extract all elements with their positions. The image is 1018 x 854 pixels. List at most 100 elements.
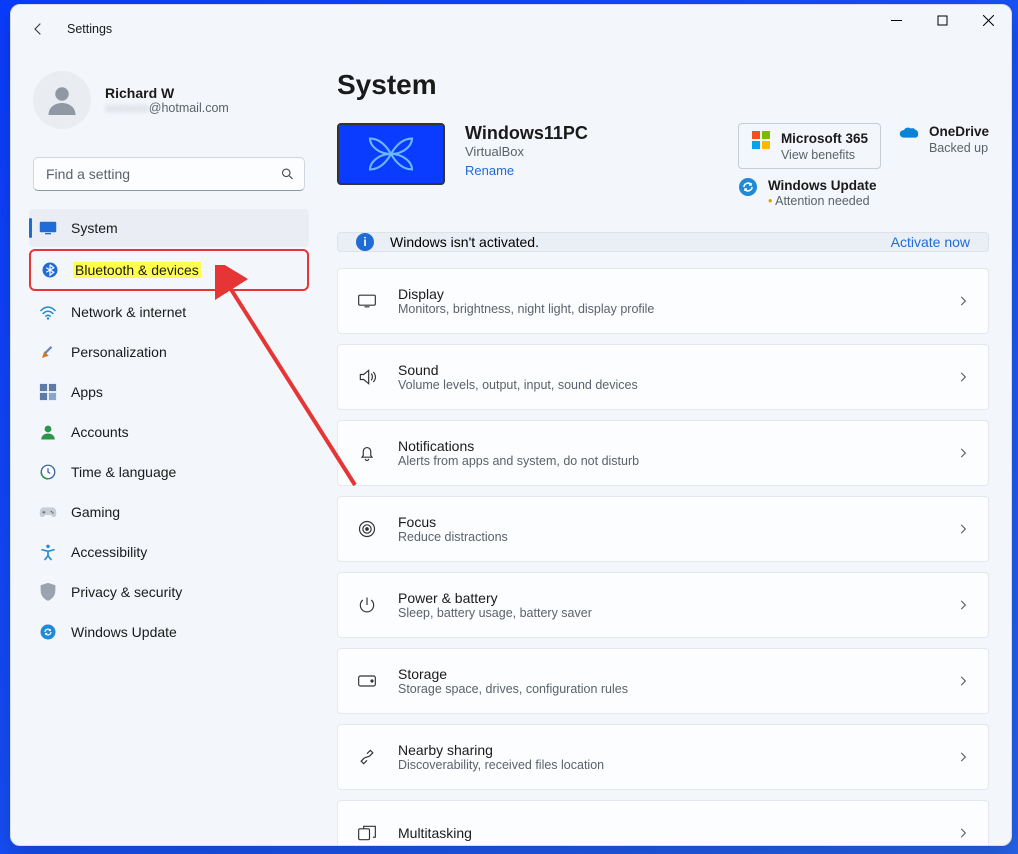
apps-icon (39, 383, 57, 401)
nav-label: Personalization (71, 344, 167, 360)
chevron-right-icon (956, 826, 970, 840)
nav-item-network[interactable]: Network & internet (29, 293, 309, 331)
activation-notice[interactable]: i Windows isn't activated. Activate now (337, 232, 989, 252)
panel-power[interactable]: Power & batterySleep, battery usage, bat… (337, 572, 989, 638)
chevron-right-icon (956, 446, 970, 460)
settings-panels: DisplayMonitors, brightness, night light… (329, 268, 989, 845)
pc-name: Windows11PC (465, 123, 588, 144)
chevron-right-icon (956, 598, 970, 612)
power-icon (356, 594, 378, 616)
storage-icon (356, 670, 378, 692)
bluetooth-icon (41, 261, 59, 279)
nav-item-update[interactable]: Windows Update (29, 613, 309, 651)
nav-label: Accounts (71, 424, 129, 440)
activate-link[interactable]: Activate now (891, 234, 970, 250)
gaming-icon (39, 503, 57, 521)
settings-window: Settings Richard W xxxxxxx@hotmail.com (10, 4, 1012, 846)
pc-block[interactable]: Windows11PC VirtualBox Rename (337, 123, 588, 208)
app-title: Settings (67, 22, 112, 36)
nav-item-accessibility[interactable]: Accessibility (29, 533, 309, 571)
search-input[interactable] (33, 157, 305, 191)
sound-icon (356, 366, 378, 388)
panel-title: Power & battery (398, 590, 592, 606)
panel-title: Sound (398, 362, 638, 378)
desktop-thumbnail (337, 123, 445, 185)
tile-microsoft-365[interactable]: Microsoft 365View benefits (738, 123, 881, 169)
notice-text: Windows isn't activated. (390, 234, 539, 250)
microsoft-365-icon (751, 130, 771, 150)
chevron-right-icon (956, 370, 970, 384)
window-controls (873, 5, 1011, 35)
multitasking-icon (356, 822, 378, 844)
chevron-right-icon (956, 750, 970, 764)
nav-item-accounts[interactable]: Accounts (29, 413, 309, 451)
nav-label: Network & internet (71, 304, 186, 320)
panel-sub: Sleep, battery usage, battery saver (398, 606, 592, 620)
panel-storage[interactable]: StorageStorage space, drives, configurat… (337, 648, 989, 714)
profile-block[interactable]: Richard W xxxxxxx@hotmail.com (29, 67, 309, 147)
nav-item-system[interactable]: System (29, 209, 309, 247)
panel-title: Multitasking (398, 825, 472, 841)
panel-sub: Monitors, brightness, night light, displ… (398, 302, 654, 316)
panel-sub: Volume levels, output, input, sound devi… (398, 378, 638, 392)
panel-multitasking[interactable]: Multitasking (337, 800, 989, 845)
nav-item-privacy[interactable]: Privacy & security (29, 573, 309, 611)
nav-item-apps[interactable]: Apps (29, 373, 309, 411)
panel-title: Nearby sharing (398, 742, 604, 758)
nav-item-personalization[interactable]: Personalization (29, 333, 309, 371)
chevron-right-icon (956, 522, 970, 536)
panel-sub: Reduce distractions (398, 530, 508, 544)
nearby-icon (356, 746, 378, 768)
search-icon (280, 167, 295, 182)
panel-title: Display (398, 286, 654, 302)
minimize-button[interactable] (873, 5, 919, 35)
panel-title: Notifications (398, 438, 639, 454)
panel-title: Storage (398, 666, 628, 682)
accounts-icon (39, 423, 57, 441)
panel-title: Focus (398, 514, 508, 530)
system-icon (39, 219, 57, 237)
nav-label: Privacy & security (71, 584, 182, 600)
maximize-button[interactable] (919, 5, 965, 35)
nav-label: Gaming (71, 504, 120, 520)
tile-onedrive[interactable]: OneDriveBacked up (899, 123, 989, 169)
page-title: System (337, 69, 989, 101)
sidebar: Richard W xxxxxxx@hotmail.com System Blue… (11, 53, 321, 845)
content: System Windows11PC VirtualBox (321, 53, 1011, 845)
windows-update-icon (738, 177, 758, 197)
panel-focus[interactable]: FocusReduce distractions (337, 496, 989, 562)
onedrive-icon (899, 123, 919, 143)
profile-email: xxxxxxx@hotmail.com (105, 101, 229, 115)
nav-item-bluetooth[interactable]: Bluetooth & devices (31, 251, 307, 289)
privacy-icon (39, 583, 57, 601)
panel-sound[interactable]: SoundVolume levels, output, input, sound… (337, 344, 989, 410)
profile-name: Richard W (105, 85, 229, 101)
info-icon: i (356, 233, 374, 251)
nav-item-gaming[interactable]: Gaming (29, 493, 309, 531)
panel-nearby[interactable]: Nearby sharingDiscoverability, received … (337, 724, 989, 790)
close-button[interactable] (965, 5, 1011, 35)
personalization-icon (39, 343, 57, 361)
back-button[interactable] (19, 9, 59, 49)
chevron-right-icon (956, 294, 970, 308)
nav-label: Accessibility (71, 544, 147, 560)
accessibility-icon (39, 543, 57, 561)
rename-link[interactable]: Rename (465, 163, 588, 178)
titlebar: Settings (11, 5, 1011, 53)
update-icon (39, 623, 57, 641)
tile-windows-update[interactable]: Windows UpdateAttention needed (738, 177, 881, 209)
display-icon (356, 290, 378, 312)
time-icon (39, 463, 57, 481)
nav-item-time[interactable]: Time & language (29, 453, 309, 491)
chevron-right-icon (956, 674, 970, 688)
nav-list: System Bluetooth & devices Network & inter… (29, 209, 309, 651)
nav-label: Bluetooth & devices (73, 262, 201, 278)
nav-label: System (71, 220, 118, 236)
nav-label: Time & language (71, 464, 176, 480)
panel-display[interactable]: DisplayMonitors, brightness, night light… (337, 268, 989, 334)
panel-notifications[interactable]: NotificationsAlerts from apps and system… (337, 420, 989, 486)
panel-sub: Storage space, drives, configuration rul… (398, 682, 628, 696)
panel-sub: Alerts from apps and system, do not dist… (398, 454, 639, 468)
pc-sub: VirtualBox (465, 144, 588, 159)
nav-label: Apps (71, 384, 103, 400)
